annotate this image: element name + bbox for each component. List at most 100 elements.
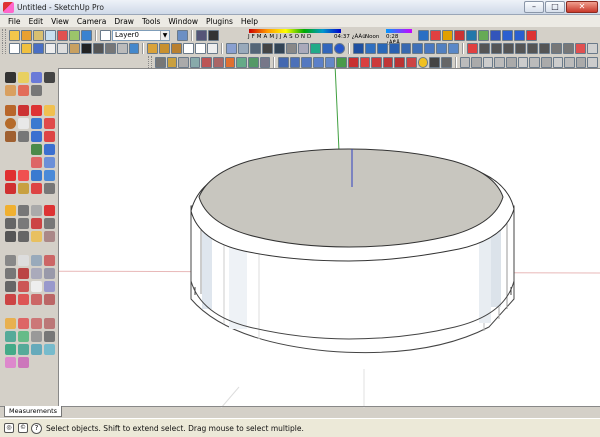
interact-icon[interactable] bbox=[224, 56, 236, 68]
maximize-button[interactable]: □ bbox=[545, 1, 565, 13]
layer-manager-icon[interactable] bbox=[177, 29, 188, 41]
pan-icon[interactable] bbox=[247, 56, 259, 68]
stamp-tool-icon[interactable] bbox=[18, 231, 29, 242]
menu-plugins[interactable]: Plugins bbox=[202, 17, 237, 26]
freehand-tool-icon[interactable] bbox=[18, 131, 29, 142]
rectangle-tool-icon[interactable] bbox=[5, 105, 16, 116]
undo-arrow-icon[interactable] bbox=[92, 42, 104, 54]
push-pull-icon[interactable] bbox=[44, 105, 55, 116]
sandbox-drape-icon[interactable] bbox=[359, 56, 371, 68]
get-models-icon[interactable] bbox=[9, 29, 20, 41]
extrude-tool-icon[interactable] bbox=[5, 344, 16, 355]
xray-icon[interactable] bbox=[226, 42, 238, 54]
toolbar-grip[interactable] bbox=[148, 56, 152, 68]
sweep-tool-icon[interactable] bbox=[31, 344, 42, 355]
offset-tool-icon[interactable] bbox=[44, 131, 55, 142]
curve-flip-icon[interactable] bbox=[5, 294, 16, 305]
menu-view[interactable]: View bbox=[47, 17, 73, 26]
pan-tool-icon[interactable] bbox=[31, 157, 42, 168]
curve-tool-icon[interactable] bbox=[31, 255, 42, 266]
subdivide-icon[interactable] bbox=[5, 331, 16, 342]
top-view-icon[interactable] bbox=[159, 42, 171, 54]
style-extension-icon[interactable] bbox=[324, 56, 336, 68]
paint-icon[interactable] bbox=[18, 85, 29, 96]
shadow-settings-icon[interactable] bbox=[196, 29, 207, 41]
curve-offset-icon[interactable] bbox=[18, 281, 29, 292]
soften-edge-icon[interactable] bbox=[31, 318, 42, 329]
camera-icon[interactable] bbox=[364, 42, 376, 54]
toolbar-grip[interactable] bbox=[2, 29, 6, 41]
eraser-icon[interactable] bbox=[31, 72, 42, 83]
glasses-icon[interactable] bbox=[491, 42, 503, 54]
hidden-line-icon[interactable] bbox=[250, 42, 262, 54]
plugin-icon[interactable] bbox=[552, 56, 564, 68]
polyline-tool-icon[interactable] bbox=[44, 255, 55, 266]
info-icon[interactable] bbox=[417, 56, 429, 68]
sandbox-smoove-icon[interactable] bbox=[490, 29, 501, 41]
shell-tool-icon[interactable] bbox=[18, 357, 29, 368]
square-tool-icon[interactable] bbox=[31, 281, 42, 292]
trim-icon[interactable] bbox=[436, 42, 448, 54]
circle-tool-icon[interactable] bbox=[5, 118, 16, 129]
redo-icon[interactable] bbox=[514, 29, 525, 41]
back-view-icon[interactable] bbox=[195, 42, 207, 54]
zoom-icon[interactable] bbox=[586, 42, 598, 54]
glasses-icon[interactable] bbox=[503, 42, 515, 54]
plugin-icon[interactable] bbox=[494, 56, 506, 68]
tape-measure-icon[interactable] bbox=[166, 56, 178, 68]
shaded-textures-icon[interactable] bbox=[274, 42, 285, 54]
minimize-button[interactable]: – bbox=[524, 1, 544, 13]
print-icon[interactable] bbox=[526, 29, 537, 41]
twist-tool-icon[interactable] bbox=[5, 357, 16, 368]
3d-text-tool-icon[interactable] bbox=[5, 218, 16, 229]
erase-x-icon[interactable] bbox=[80, 42, 92, 54]
menu-window[interactable]: Window bbox=[164, 17, 202, 26]
plugin-icon[interactable] bbox=[506, 56, 517, 68]
protractor-tool-icon[interactable] bbox=[18, 205, 29, 216]
glasses-icon[interactable] bbox=[479, 42, 491, 54]
link-icon[interactable] bbox=[562, 42, 574, 54]
sandbox-from-contours-icon[interactable] bbox=[478, 29, 489, 41]
cut-icon[interactable] bbox=[44, 42, 56, 54]
smooth-edge-icon[interactable] bbox=[18, 318, 29, 329]
sandbox-drape-tool-icon[interactable] bbox=[44, 218, 55, 229]
divide-tool-icon[interactable] bbox=[44, 281, 55, 292]
move-tool-icon[interactable] bbox=[31, 105, 42, 116]
3d-viewport[interactable] bbox=[58, 68, 600, 408]
blue-sphere-icon[interactable] bbox=[333, 42, 345, 54]
chamfer-tool-icon[interactable] bbox=[31, 294, 42, 305]
menu-edit[interactable]: Edit bbox=[25, 17, 48, 26]
toolbar-grip[interactable] bbox=[2, 42, 6, 54]
sandbox-scratch-icon[interactable] bbox=[31, 218, 42, 229]
fillet-round-icon[interactable] bbox=[5, 318, 16, 329]
left-view-icon[interactable] bbox=[207, 42, 219, 54]
select-tool-icon[interactable] bbox=[5, 72, 16, 83]
plugin-icon[interactable] bbox=[529, 56, 540, 68]
zoom-extents-icon[interactable] bbox=[5, 170, 16, 181]
rotate-tool-icon[interactable] bbox=[31, 118, 42, 129]
section-fill-icon[interactable] bbox=[336, 56, 347, 68]
link-icon[interactable] bbox=[550, 42, 562, 54]
line-tool-icon[interactable] bbox=[18, 105, 29, 116]
menu-draw[interactable]: Draw bbox=[110, 17, 138, 26]
print-preview-icon[interactable] bbox=[116, 42, 128, 54]
add-detail-icon[interactable] bbox=[406, 56, 417, 68]
style-edge-icon[interactable] bbox=[289, 56, 301, 68]
component-icon[interactable] bbox=[309, 42, 321, 54]
glasses-icon[interactable] bbox=[515, 42, 527, 54]
credits-icon[interactable]: © bbox=[18, 423, 28, 433]
menu-help[interactable]: Help bbox=[237, 17, 262, 26]
arc-tool-icon[interactable] bbox=[18, 118, 29, 129]
styles-icon[interactable] bbox=[352, 42, 364, 54]
intersect-icon[interactable] bbox=[400, 42, 412, 54]
wireframe-icon[interactable] bbox=[238, 42, 250, 54]
shaded-icon[interactable] bbox=[262, 42, 273, 54]
orbit-icon[interactable] bbox=[236, 56, 247, 68]
display-section-icon[interactable] bbox=[454, 29, 465, 41]
weld-tool-icon[interactable] bbox=[5, 268, 16, 279]
preview-google-earth-icon[interactable] bbox=[81, 29, 92, 41]
rounded-corner-icon[interactable] bbox=[18, 294, 29, 305]
front-view-icon[interactable] bbox=[171, 42, 183, 54]
next-view-icon[interactable] bbox=[31, 170, 42, 181]
save-icon[interactable] bbox=[32, 42, 44, 54]
